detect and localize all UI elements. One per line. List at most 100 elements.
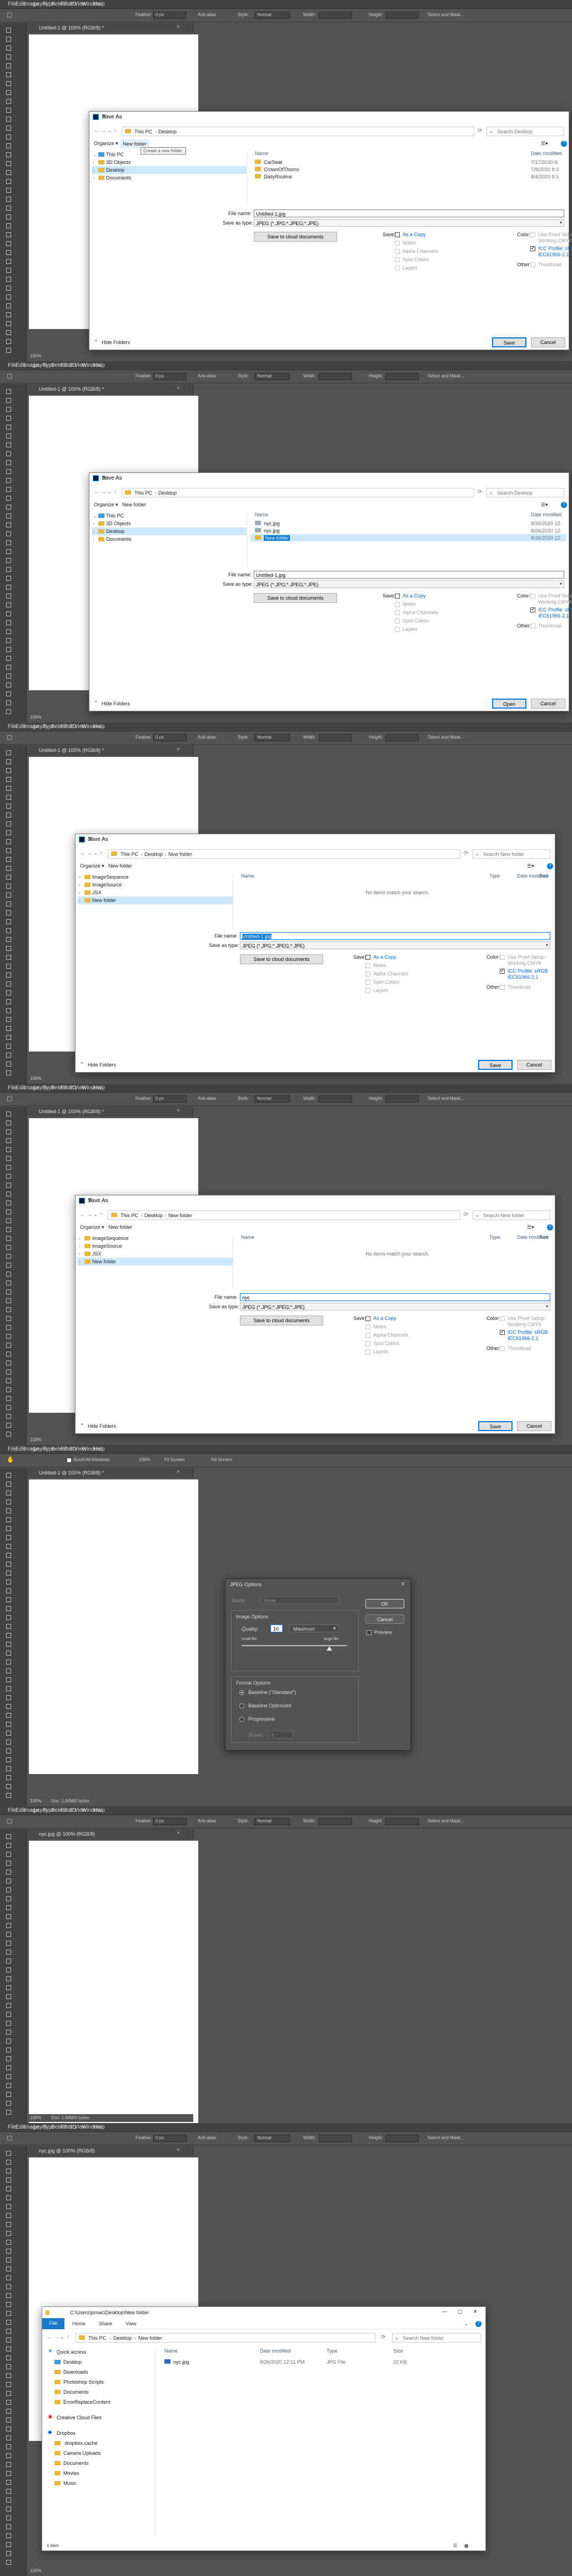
menu-item-help[interactable]: Help	[93, 1085, 105, 1091]
tool-icon[interactable]	[4, 2274, 12, 2281]
tool-icon[interactable]	[4, 2354, 12, 2361]
height-input[interactable]	[385, 373, 419, 380]
tool-icon[interactable]	[4, 654, 12, 661]
tool-icon[interactable]	[4, 1480, 12, 1487]
tool-icon[interactable]	[4, 1975, 12, 1982]
tool-icon[interactable]	[4, 1015, 12, 1023]
file-row[interactable]: CrownOfThorns 7/9/2020 9:3	[250, 166, 566, 173]
tool-icon[interactable]	[4, 2389, 12, 2396]
icc-profile-checkbox[interactable]	[500, 1329, 505, 1335]
nav-item-documents[interactable]: Documents	[44, 2388, 155, 2396]
details-view-icon[interactable]: ☰	[453, 2543, 457, 2548]
tool-icon[interactable]	[4, 2336, 12, 2343]
tool-icon[interactable]	[4, 1693, 12, 1701]
breadcrumb-new-folder[interactable]: New folder	[168, 1213, 192, 1218]
cancel-button[interactable]: Cancel	[517, 1060, 551, 1070]
tool-icon[interactable]	[4, 2407, 12, 2414]
menu-item-help[interactable]: Help	[93, 1446, 105, 1452]
tool-icon[interactable]	[4, 1217, 12, 1224]
close-icon[interactable]: ✕	[401, 1581, 405, 1587]
tool-icon[interactable]	[4, 918, 12, 925]
up-arrow-icon[interactable]: ↑	[114, 489, 117, 495]
notes-checkbox[interactable]	[395, 241, 400, 246]
tool-icon[interactable]	[4, 811, 12, 818]
tool-icon[interactable]	[4, 1773, 12, 1781]
tool-icon[interactable]	[4, 302, 12, 309]
save-to-cloud-button[interactable]: Save to cloud documents	[240, 954, 323, 964]
height-input[interactable]	[385, 1818, 419, 1825]
ribbon-tab-home[interactable]: Home	[72, 2321, 86, 2326]
format-radio[interactable]	[239, 1717, 244, 1722]
ribbon-tab-share[interactable]: Share	[99, 2321, 112, 2326]
tool-icon[interactable]	[4, 1137, 12, 1144]
nav-item-imagesource[interactable]: › ImageSource	[78, 1242, 233, 1250]
tool-icon[interactable]	[4, 699, 12, 706]
forward-arrow-icon[interactable]: →	[87, 850, 92, 856]
nav-item-jsx[interactable]: › JSX	[78, 1250, 233, 1258]
tool-icon[interactable]	[4, 396, 12, 403]
tool-icon[interactable]	[4, 1507, 12, 1514]
tool-icon[interactable]	[4, 1895, 12, 1902]
help-icon[interactable]: ?	[561, 141, 567, 147]
quality-level-select[interactable]: Maximum ▾	[289, 1625, 339, 1632]
tool-icon[interactable]	[4, 115, 12, 122]
tool-icon[interactable]	[4, 565, 12, 572]
breadcrumb-this-pc[interactable]: This PC	[121, 1213, 138, 1218]
tool-icon[interactable]	[4, 2028, 12, 2035]
tool-icon[interactable]	[4, 467, 12, 475]
tool-icon[interactable]	[4, 2434, 12, 2441]
tool-icon[interactable]	[4, 2514, 12, 2521]
tool-icon[interactable]	[4, 2099, 12, 2106]
breadcrumb-this-pc[interactable]: This PC	[134, 129, 152, 134]
view-options-icon[interactable]: ☰▾	[541, 502, 548, 508]
hide-folders-toggle[interactable]: Hide Folders	[102, 701, 130, 706]
tool-icon[interactable]	[4, 2081, 12, 2089]
document-tab[interactable]: Untitled-1 @ 100% (RGB/8) * ×	[27, 23, 193, 33]
nav-item-imagesequence[interactable]: › ImageSequence	[78, 873, 233, 881]
tool-icon[interactable]	[4, 2019, 12, 2026]
address-bar[interactable]: This PC › Desktop › New folder	[76, 2333, 375, 2343]
tool-icon[interactable]	[4, 2425, 12, 2432]
tool-icon[interactable]	[4, 1471, 12, 1478]
width-input[interactable]	[319, 1818, 352, 1825]
tool-icon[interactable]	[4, 1578, 12, 1585]
tool-icon[interactable]	[4, 1596, 12, 1603]
tool-icon[interactable]	[4, 1498, 12, 1505]
tool-icon[interactable]	[4, 346, 12, 353]
tool-icon[interactable]	[4, 1765, 12, 1772]
tool-icon[interactable]	[4, 1948, 12, 1955]
tool-icon[interactable]	[4, 1886, 12, 1893]
tool-icon[interactable]	[4, 793, 12, 800]
tool-icon[interactable]	[4, 935, 12, 943]
menu-item-help[interactable]: Help	[93, 724, 105, 730]
as-a-copy-checkbox[interactable]	[395, 594, 400, 599]
tool-icon[interactable]	[4, 909, 12, 916]
tool-icon[interactable]	[4, 1533, 12, 1541]
tool-icon[interactable]	[4, 320, 12, 327]
search-box[interactable]: ⌕ Search Desktop	[486, 488, 564, 497]
tool-icon[interactable]	[4, 2265, 12, 2272]
tool-icon[interactable]	[4, 1489, 12, 1496]
tool-icon[interactable]	[4, 240, 12, 247]
tool-icon[interactable]	[4, 248, 12, 256]
tool-icon[interactable]	[4, 1850, 12, 1857]
tool-icon[interactable]	[4, 962, 12, 969]
tool-icon[interactable]	[4, 1024, 12, 1032]
organize-menu[interactable]: Organize ▾	[80, 863, 104, 869]
tool-icon[interactable]	[4, 2496, 12, 2503]
back-arrow-icon[interactable]: ←	[80, 1212, 86, 1218]
tool-icon[interactable]	[4, 2371, 12, 2379]
address-bar[interactable]: This PC › Desktop	[122, 127, 474, 136]
tool-icon[interactable]	[4, 2300, 12, 2308]
tool-icon[interactable]	[4, 1551, 12, 1558]
tool-icon[interactable]	[4, 186, 12, 193]
tool-icon[interactable]	[4, 610, 12, 617]
refresh-icon[interactable]: ⟳	[464, 850, 468, 856]
tool-icon[interactable]	[4, 1711, 12, 1718]
tool-icon[interactable]	[4, 2158, 12, 2165]
maximize-icon[interactable]: ▢	[458, 2309, 463, 2315]
document-tab[interactable]: Untitled-1 @ 100% (RGB/8) * ×	[27, 745, 193, 755]
document-tab[interactable]: Untitled-1 @ 100% (RGB/8) * ×	[27, 1107, 193, 1117]
tool-icon[interactable]	[4, 1966, 12, 1973]
close-icon[interactable]: ✕	[88, 1197, 550, 1204]
